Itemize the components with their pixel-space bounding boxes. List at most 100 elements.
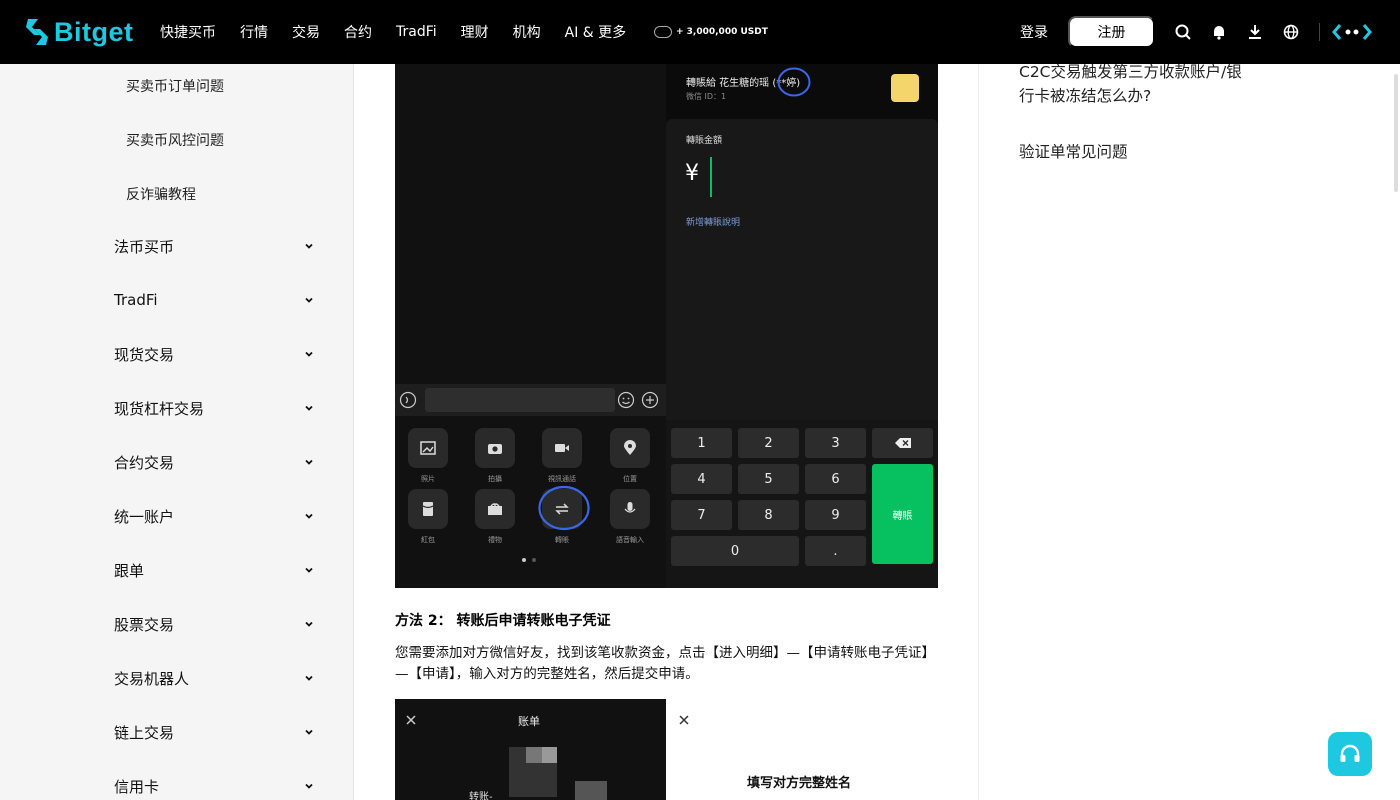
- nav-tradfi[interactable]: TradFi: [396, 24, 437, 40]
- sidebar-item-label: 股票交易: [114, 615, 175, 634]
- key-8: 8: [738, 500, 799, 530]
- page-dots: [522, 558, 536, 562]
- nav-markets[interactable]: 行情: [240, 22, 268, 42]
- scrollbar[interactable]: [1394, 74, 1398, 192]
- chevron-down-icon: [305, 783, 313, 789]
- promo-banner[interactable]: + 3,000,000 USDT: [654, 22, 768, 42]
- nav-futures[interactable]: 合约: [344, 22, 372, 42]
- method-2-description: 您需要添加对方微信好友，找到该笔收款资金，点击【进入明细】—【申请转账电子凭证】…: [395, 645, 935, 682]
- bell-icon[interactable]: [1209, 22, 1229, 42]
- sidebar-item-label: 链上交易: [114, 723, 175, 742]
- related-link-verification[interactable]: 验证单常见问题: [1019, 140, 1254, 164]
- brand-name: Bitget: [54, 16, 134, 47]
- chevron-down-icon: [305, 567, 313, 573]
- add-note-link: 新增轉賬說明: [686, 218, 741, 228]
- top-navigation: Bitget 快捷买币 行情 交易 合约 TradFi 理财 机构 AI & 更…: [0, 0, 1400, 64]
- chevron-down-icon: [305, 243, 313, 249]
- sidebar-item-copy-trading[interactable]: 跟单: [114, 558, 314, 582]
- pixel-block: [575, 781, 607, 800]
- sidebar-item-tradfi[interactable]: TradFi: [114, 288, 314, 312]
- gift-icon: [475, 489, 515, 529]
- currency-symbol: ¥: [685, 161, 699, 186]
- key-4: 4: [671, 464, 732, 494]
- bitget-logo[interactable]: Bitget: [24, 14, 134, 50]
- sidebar-item-label: 统一账户: [114, 507, 175, 526]
- sidebar-item-unified-account[interactable]: 统一账户: [114, 504, 314, 528]
- amount-card: 轉賬金額 ¥ 新增轉賬說明: [666, 119, 938, 424]
- sidebar-item-label: 现货杠杆交易: [114, 399, 205, 418]
- sidebar-item-label: TradFi: [114, 291, 158, 309]
- grid-label: 拍攝: [488, 475, 502, 483]
- article-content: 照片 拍攝 視訊通話 位置 紅包 禮物 轉賬 語音輸入 轉賬給 花生糖的瑶 (*…: [355, 64, 979, 800]
- key-6: 6: [805, 464, 866, 494]
- sidebar-subitem-risk-control[interactable]: 买卖币风控问题: [126, 130, 224, 150]
- nav-quick-buy[interactable]: 快捷买币: [160, 22, 216, 42]
- sidebar-item-trading-bots[interactable]: 交易机器人: [114, 666, 314, 690]
- transfer-label: 转账-: [469, 792, 493, 800]
- nav-trade[interactable]: 交易: [292, 22, 320, 42]
- register-button[interactable]: 注册: [1068, 16, 1155, 48]
- backspace-icon: [872, 428, 933, 458]
- transfer-pane: 轉賬給 花生糖的瑶 (**婷) 微信 ID：1 轉賬金額 ¥ 新增轉賬說明 1 …: [666, 64, 938, 588]
- grid-label: 照片: [421, 475, 435, 483]
- wechat-id: 微信 ID：1: [686, 92, 727, 101]
- close-icon: [679, 715, 689, 725]
- location-icon: [610, 428, 650, 468]
- sidebar-item-futures[interactable]: 合约交易: [114, 450, 314, 474]
- video-icon: [542, 428, 582, 468]
- login-link[interactable]: 登录: [1020, 22, 1048, 42]
- chat-input-bar: [395, 384, 666, 416]
- transfer-send-key: 轉賬: [872, 464, 933, 564]
- sidebar-item-label: 合约交易: [114, 453, 175, 472]
- fill-name-title: 填写对方完整姓名: [747, 776, 852, 791]
- sidebar-item-label: 信用卡: [114, 777, 160, 796]
- sidebar-subitem-anti-fraud[interactable]: 反诈骗教程: [126, 184, 196, 204]
- nav-earn[interactable]: 理财: [461, 22, 489, 42]
- mic-icon: [610, 489, 650, 529]
- chevron-down-icon: [305, 729, 313, 735]
- key-2: 2: [738, 428, 799, 458]
- sidebar-subitem-order-issues[interactable]: 买卖币订单问题: [126, 76, 224, 96]
- key-0: 0: [671, 536, 799, 566]
- text-cursor: [710, 157, 712, 197]
- sidebar-item-label: 跟单: [114, 561, 145, 580]
- chevron-down-icon: [305, 405, 313, 411]
- sidebar-item-credit-card[interactable]: 信用卡: [114, 774, 314, 798]
- nav-divider: [1319, 23, 1320, 41]
- chevron-down-icon: [305, 513, 313, 519]
- pixel-block: [526, 747, 542, 763]
- method-2-title: 方法 2： 转账后申请转账电子凭证: [395, 613, 611, 629]
- download-icon[interactable]: [1245, 22, 1265, 42]
- grid-label: 禮物: [488, 536, 502, 544]
- sidebar-item-label: 交易机器人: [114, 669, 190, 688]
- globe-icon[interactable]: [1281, 22, 1301, 42]
- related-articles: C2C交易触发第三方收款账户/银行卡被冻结怎么办? 验证单常见问题: [980, 63, 1400, 800]
- sidebar: 买卖币订单问题 买卖币风控问题 反诈骗教程 法币买币 TradFi 现货交易 现…: [0, 64, 354, 800]
- nav-ai-more[interactable]: AI & 更多: [565, 22, 627, 42]
- sidebar-item-fiat[interactable]: 法币买币: [114, 234, 314, 258]
- close-icon: [406, 715, 416, 725]
- camera-icon: [475, 428, 515, 468]
- headset-icon: [1340, 744, 1360, 762]
- sidebar-item-spot[interactable]: 现货交易: [114, 342, 314, 366]
- keypad: 1 2 3 4 5 6 轉賬 7 8 9 0 .: [666, 420, 938, 588]
- avatar: [891, 74, 919, 102]
- sidebar-item-margin[interactable]: 现货杠杆交易: [114, 396, 314, 420]
- promo-text: + 3,000,000 USDT: [676, 27, 768, 37]
- redpacket-icon: [408, 489, 448, 529]
- chevron-down-icon: [305, 675, 313, 681]
- related-link-c2c-frozen[interactable]: C2C交易触发第三方收款账户/银行卡被冻结怎么办?: [1019, 60, 1254, 108]
- sidebar-item-stocks[interactable]: 股票交易: [114, 612, 314, 636]
- search-icon[interactable]: [1173, 22, 1193, 42]
- chevron-down-icon: [305, 459, 313, 465]
- grid-label: 語音輸入: [616, 536, 644, 544]
- key-5: 5: [738, 464, 799, 494]
- customer-support-button[interactable]: [1328, 732, 1372, 776]
- highlight-circle: [538, 485, 590, 531]
- promo-badge-icon: [654, 26, 672, 38]
- more-icon[interactable]: [1332, 22, 1372, 42]
- highlight-circle: [777, 67, 811, 97]
- nav-institutional[interactable]: 机构: [513, 22, 541, 42]
- sidebar-item-onchain[interactable]: 链上交易: [114, 720, 314, 744]
- chat-pane: 照片 拍攝 視訊通話 位置 紅包 禮物 轉賬 語音輸入: [395, 64, 666, 588]
